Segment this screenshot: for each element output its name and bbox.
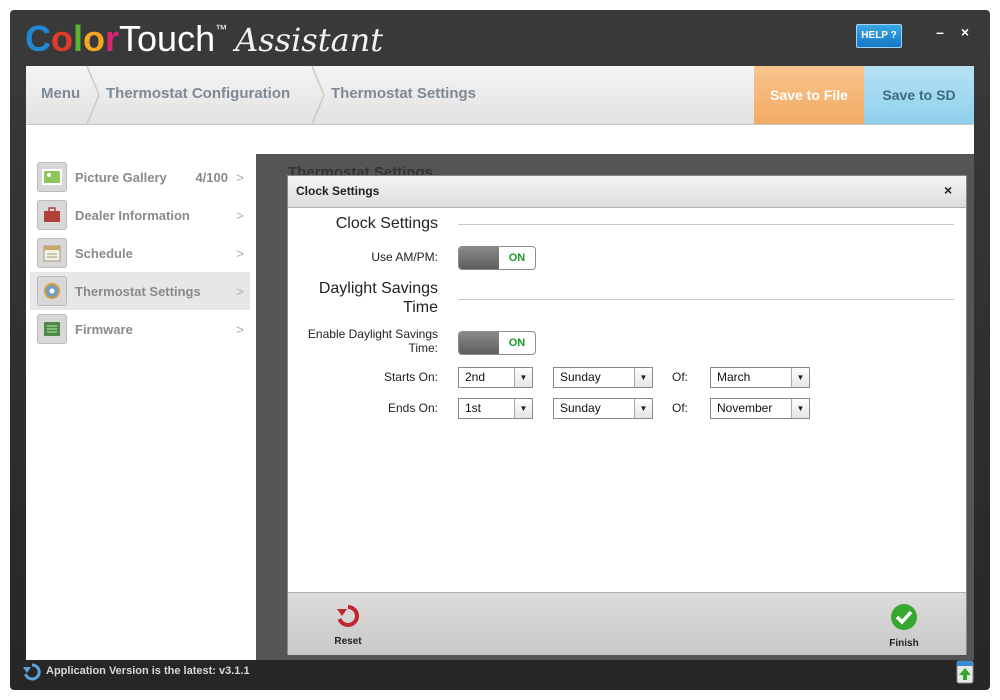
divider — [458, 299, 954, 300]
save-to-sd-button[interactable]: Save to SD — [864, 66, 974, 124]
divider — [458, 224, 954, 225]
starts-week-select[interactable]: 2nd ▼ — [458, 367, 533, 388]
sidebar-item-firmware[interactable]: Firmware > — [30, 310, 250, 348]
dst-section-title-line1: Daylight Savings — [318, 280, 438, 297]
chevron-right-icon: > — [236, 169, 244, 185]
logo-letter-o2: o — [83, 18, 106, 59]
sidebar: Picture Gallery 4/100 > Dealer Informati… — [30, 158, 250, 348]
breadcrumb-separator — [86, 66, 100, 124]
breadcrumb-separator — [311, 66, 325, 124]
picture-gallery-icon — [37, 162, 67, 192]
reset-icon — [337, 605, 359, 627]
select-value: Sunday — [560, 370, 601, 384]
app-logo: Co l o r Touch ™ Assistant — [25, 16, 383, 62]
finish-label: Finish — [889, 638, 919, 649]
starts-month-select[interactable]: March ▼ — [710, 367, 810, 388]
dst-toggle[interactable]: ON — [458, 331, 536, 355]
breadcrumb: Menu Thermostat Configuration Thermostat… — [26, 66, 974, 125]
version-status: Application Version is the latest: v3.1.… — [46, 665, 250, 677]
chevron-down-icon: ▼ — [791, 368, 809, 387]
upload-icon[interactable] — [956, 660, 974, 684]
main-area: Menu Thermostat Configuration Thermostat… — [26, 66, 974, 660]
ends-on-label: Ends On: — [387, 401, 438, 415]
sidebar-item-dealer-information[interactable]: Dealer Information > — [30, 196, 250, 234]
chevron-down-icon: ▼ — [634, 399, 652, 418]
firmware-icon — [37, 314, 67, 344]
picture-count: 4/100 — [195, 169, 228, 185]
breadcrumb-menu[interactable]: Menu — [41, 66, 80, 124]
select-value: March — [717, 370, 751, 384]
clock-settings-dialog: Clock Settings × Clock Settings Use AM/P… — [287, 175, 967, 655]
select-value: Sunday — [560, 401, 601, 415]
ends-day-select[interactable]: Sunday ▼ — [553, 398, 653, 419]
ampm-toggle[interactable]: ON — [458, 246, 536, 270]
dialog-footer: Reset Finish — [288, 592, 966, 655]
chevron-down-icon: ▼ — [514, 368, 532, 387]
dialog-header: Clock Settings × — [288, 176, 966, 208]
sidebar-label: Firmware — [75, 321, 133, 337]
refresh-icon — [23, 663, 41, 681]
toggle-knob — [459, 247, 499, 269]
chevron-down-icon: ▼ — [791, 399, 809, 418]
select-value: 2nd — [465, 370, 486, 384]
status-bar: Application Version is the latest: v3.1.… — [10, 658, 990, 686]
breadcrumb-thermostat-settings[interactable]: Thermostat Settings — [331, 66, 476, 124]
dst-section-title: Daylight Savings Time — [308, 279, 438, 317]
reset-button[interactable]: Reset — [318, 603, 378, 647]
logo-letter-l: l — [73, 18, 84, 59]
reset-label: Reset — [334, 636, 362, 647]
dealer-information-icon — [37, 200, 67, 230]
sidebar-item-schedule[interactable]: Schedule > — [30, 234, 250, 272]
chevron-right-icon: > — [236, 321, 244, 337]
help-button[interactable]: HELP ? — [856, 24, 902, 48]
starts-day-select[interactable]: Sunday ▼ — [553, 367, 653, 388]
sidebar-item-picture-gallery[interactable]: Picture Gallery 4/100 > — [30, 158, 250, 196]
close-window-button[interactable]: × — [956, 24, 974, 40]
sidebar-label: Schedule — [75, 245, 133, 261]
dst-enable-label-line1: Enable Daylight Savings — [307, 327, 438, 341]
chevron-right-icon: > — [236, 283, 244, 299]
chevron-right-icon: > — [236, 207, 244, 223]
dialog-title: Clock Settings — [296, 184, 380, 198]
ends-week-select[interactable]: 1st ▼ — [458, 398, 533, 419]
sidebar-label: Thermostat Settings — [75, 283, 201, 299]
logo-touch: Touch — [119, 18, 216, 59]
breadcrumb-thermostat-configuration[interactable]: Thermostat Configuration — [106, 66, 290, 124]
of-label: Of: — [672, 401, 689, 415]
dialog-close-icon[interactable]: × — [944, 182, 952, 198]
of-label: Of: — [672, 370, 689, 384]
dst-enable-label-line2: Time: — [408, 341, 438, 355]
sidebar-label: Dealer Information — [75, 207, 190, 223]
chevron-down-icon: ▼ — [514, 399, 532, 418]
minimize-button[interactable]: – — [931, 24, 949, 40]
chevron-right-icon: > — [236, 245, 244, 261]
dst-section-title-line2: Time — [403, 299, 438, 316]
ampm-label: Use AM/PM: — [371, 250, 438, 264]
logo-letter-c: C — [25, 18, 51, 59]
toggle-on-label: ON — [508, 337, 526, 349]
save-to-file-button[interactable]: Save to File — [754, 66, 864, 124]
dst-enable-label: Enable Daylight Savings Time: — [298, 327, 438, 355]
finish-button[interactable]: Finish — [874, 603, 934, 649]
toggle-knob — [459, 332, 499, 354]
select-value: November — [717, 401, 773, 415]
logo-letter-o: o — [51, 18, 73, 59]
select-value: 1st — [465, 401, 482, 415]
starts-on-label: Starts On: — [383, 370, 438, 384]
thermostat-settings-icon — [37, 276, 67, 306]
clock-section-title: Clock Settings — [335, 215, 438, 232]
checkmark-icon — [891, 604, 917, 630]
app-window: Co l o r Touch ™ Assistant HELP ? – × Menu The… — [10, 10, 990, 690]
chevron-down-icon: ▼ — [634, 368, 652, 387]
sidebar-label: Picture Gallery — [75, 169, 167, 185]
toggle-on-label: ON — [508, 252, 526, 264]
logo-assistant: Assistant — [235, 21, 384, 59]
sidebar-item-thermostat-settings[interactable]: Thermostat Settings > — [30, 272, 250, 310]
logo-trademark: ™ — [215, 22, 228, 36]
logo-letter-r: r — [105, 18, 120, 59]
ends-month-select[interactable]: November ▼ — [710, 398, 810, 419]
schedule-icon — [37, 238, 67, 268]
